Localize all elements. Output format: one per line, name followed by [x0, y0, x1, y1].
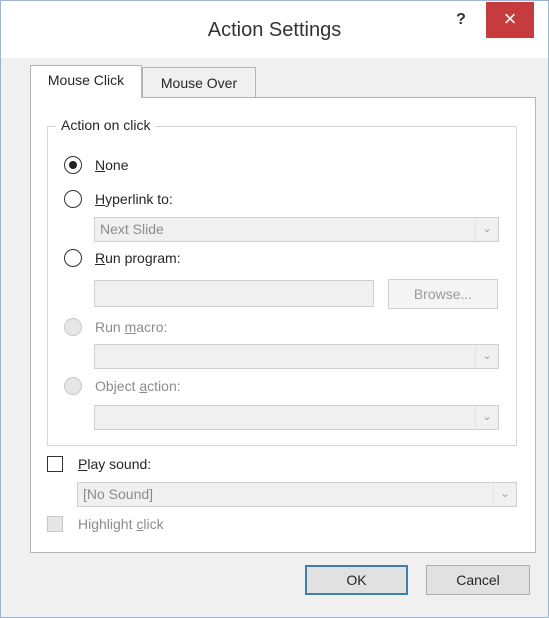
- object-action-dropdown: ⌄: [94, 405, 499, 430]
- object-action-label: Object action:: [95, 378, 181, 394]
- none-label[interactable]: None: [95, 157, 128, 173]
- play-sound-label[interactable]: Play sound:: [78, 456, 151, 472]
- chevron-down-icon: ⌄: [493, 483, 516, 506]
- browse-button[interactable]: Browse...: [388, 279, 498, 309]
- cancel-button[interactable]: Cancel: [426, 565, 530, 595]
- run-macro-dropdown: ⌄: [94, 344, 499, 369]
- chevron-down-icon: ⌄: [475, 345, 498, 368]
- title-bar: Action Settings ? ×: [1, 1, 548, 58]
- chevron-down-icon: ⌄: [475, 218, 498, 241]
- none-radio[interactable]: [64, 156, 82, 174]
- run-macro-radio: [64, 318, 82, 336]
- play-sound-checkbox[interactable]: [47, 456, 63, 472]
- tab-mouse-over[interactable]: Mouse Over: [142, 67, 256, 98]
- tab-mouse-over-label: Mouse Over: [160, 75, 238, 91]
- run-program-label[interactable]: Run program:: [95, 250, 181, 266]
- tab-mouse-click[interactable]: Mouse Click: [30, 65, 142, 98]
- object-action-radio: [64, 377, 82, 395]
- run-program-input[interactable]: [94, 280, 374, 307]
- highlight-click-label: Highlight click: [78, 516, 164, 532]
- help-icon[interactable]: ?: [451, 11, 471, 31]
- run-program-radio[interactable]: [64, 249, 82, 267]
- hyperlink-radio[interactable]: [64, 190, 82, 208]
- highlight-click-checkbox: [47, 516, 63, 532]
- group-legend: Action on click: [56, 117, 156, 133]
- ok-button[interactable]: OK: [305, 565, 408, 595]
- close-icon[interactable]: ×: [486, 2, 534, 38]
- chevron-down-icon: ⌄: [475, 406, 498, 429]
- run-macro-label: Run macro:: [95, 319, 168, 335]
- hyperlink-label[interactable]: Hyperlink to:: [95, 191, 173, 207]
- hyperlink-dropdown[interactable]: Next Slide ⌄: [94, 217, 499, 242]
- sound-dropdown: [No Sound] ⌄: [77, 482, 517, 507]
